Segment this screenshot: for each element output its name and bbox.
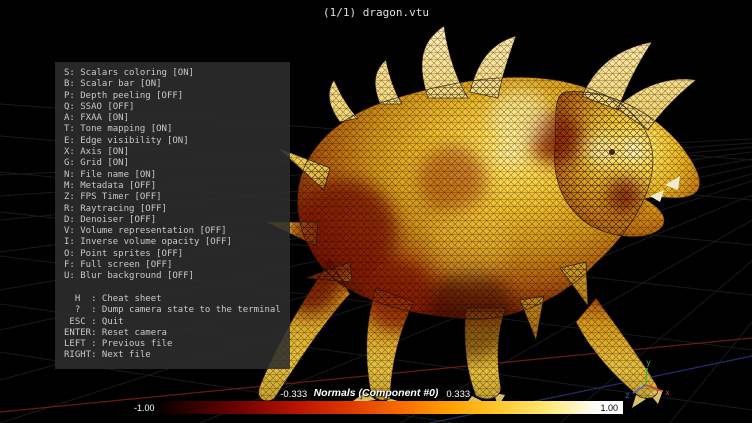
cheatsheet-line: LEFT : Previous file (64, 339, 281, 350)
cheatsheet-line: ESC : Quit (64, 317, 281, 328)
cheatsheet-line: E: Edge visibility [ON] (64, 136, 281, 147)
cheatsheet-line: D: Denoiser [OFF] (64, 215, 281, 226)
x-axis-label: x (665, 388, 670, 397)
viewport[interactable]: x y z (1/1) dragon.vtu S: Scalars colori… (0, 0, 752, 423)
eye (609, 149, 615, 155)
cheatsheet-line: H : Cheat sheet (64, 294, 281, 305)
y-axis-line (646, 368, 647, 385)
y-axis-label: y (646, 358, 651, 367)
z-axis-label: z (625, 391, 630, 400)
cheatsheet-line: RIGHT: Next file (64, 350, 281, 361)
scalar-bar-max: 1.00 (600, 403, 618, 413)
cheatsheet-line: I: Inverse volume opacity [OFF] (64, 237, 281, 248)
cheatsheet-line: S: Scalars coloring [ON] (64, 68, 281, 79)
cheatsheet-line: X: Axis [ON] (64, 147, 281, 158)
cheatsheet-line: U: Blur background [OFF] (64, 271, 281, 282)
scalar-bar-tick-low: -0.333 (280, 389, 307, 400)
scalar-bar-title: Normals (Component #0) (314, 387, 439, 399)
wireframe-overlay (259, 26, 700, 401)
cheatsheet-line: G: Grid [ON] (64, 158, 281, 169)
cheatsheet-line: N: File name [ON] (64, 170, 281, 181)
cheatsheet-line: ENTER: Reset camera (64, 328, 281, 339)
colorbar-gradient: -1.00 1.00 (129, 401, 623, 414)
scalar-bar: -0.333 Normals (Component #0) 0.333 -1.0… (129, 387, 623, 414)
scalar-bar-min: -1.00 (134, 403, 155, 413)
cheatsheet-line: F: Full screen [OFF] (64, 260, 281, 271)
cheatsheet-line (64, 283, 281, 294)
cheatsheet-line: B: Scalar bar [ON] (64, 79, 281, 90)
cheatsheet: S: Scalars coloring [ON]B: Scalar bar [O… (55, 62, 290, 369)
filename-title: (1/1) dragon.vtu (0, 6, 752, 19)
cheatsheet-line: T: Tone mapping [ON] (64, 124, 281, 135)
cheatsheet-line: V: Volume representation [OFF] (64, 226, 281, 237)
cheatsheet-line: Q: SSAO [OFF] (64, 102, 281, 113)
cheatsheet-line: Z: FPS Timer [OFF] (64, 192, 281, 203)
cheatsheet-line: M: Metadata [OFF] (64, 181, 281, 192)
scalar-bar-tick-high: 0.333 (446, 389, 470, 400)
scalar-bar-labels: -0.333 Normals (Component #0) 0.333 (129, 387, 623, 401)
cheatsheet-line: ? : Dump camera state to the terminal (64, 305, 281, 316)
cheatsheet-line: O: Point sprites [OFF] (64, 249, 281, 260)
cheatsheet-line: P: Depth peeling [OFF] (64, 91, 281, 102)
dragon-mesh (259, 26, 700, 412)
cheatsheet-line: R: Raytracing [OFF] (64, 204, 281, 215)
cheatsheet-line: A: FXAA [ON] (64, 113, 281, 124)
